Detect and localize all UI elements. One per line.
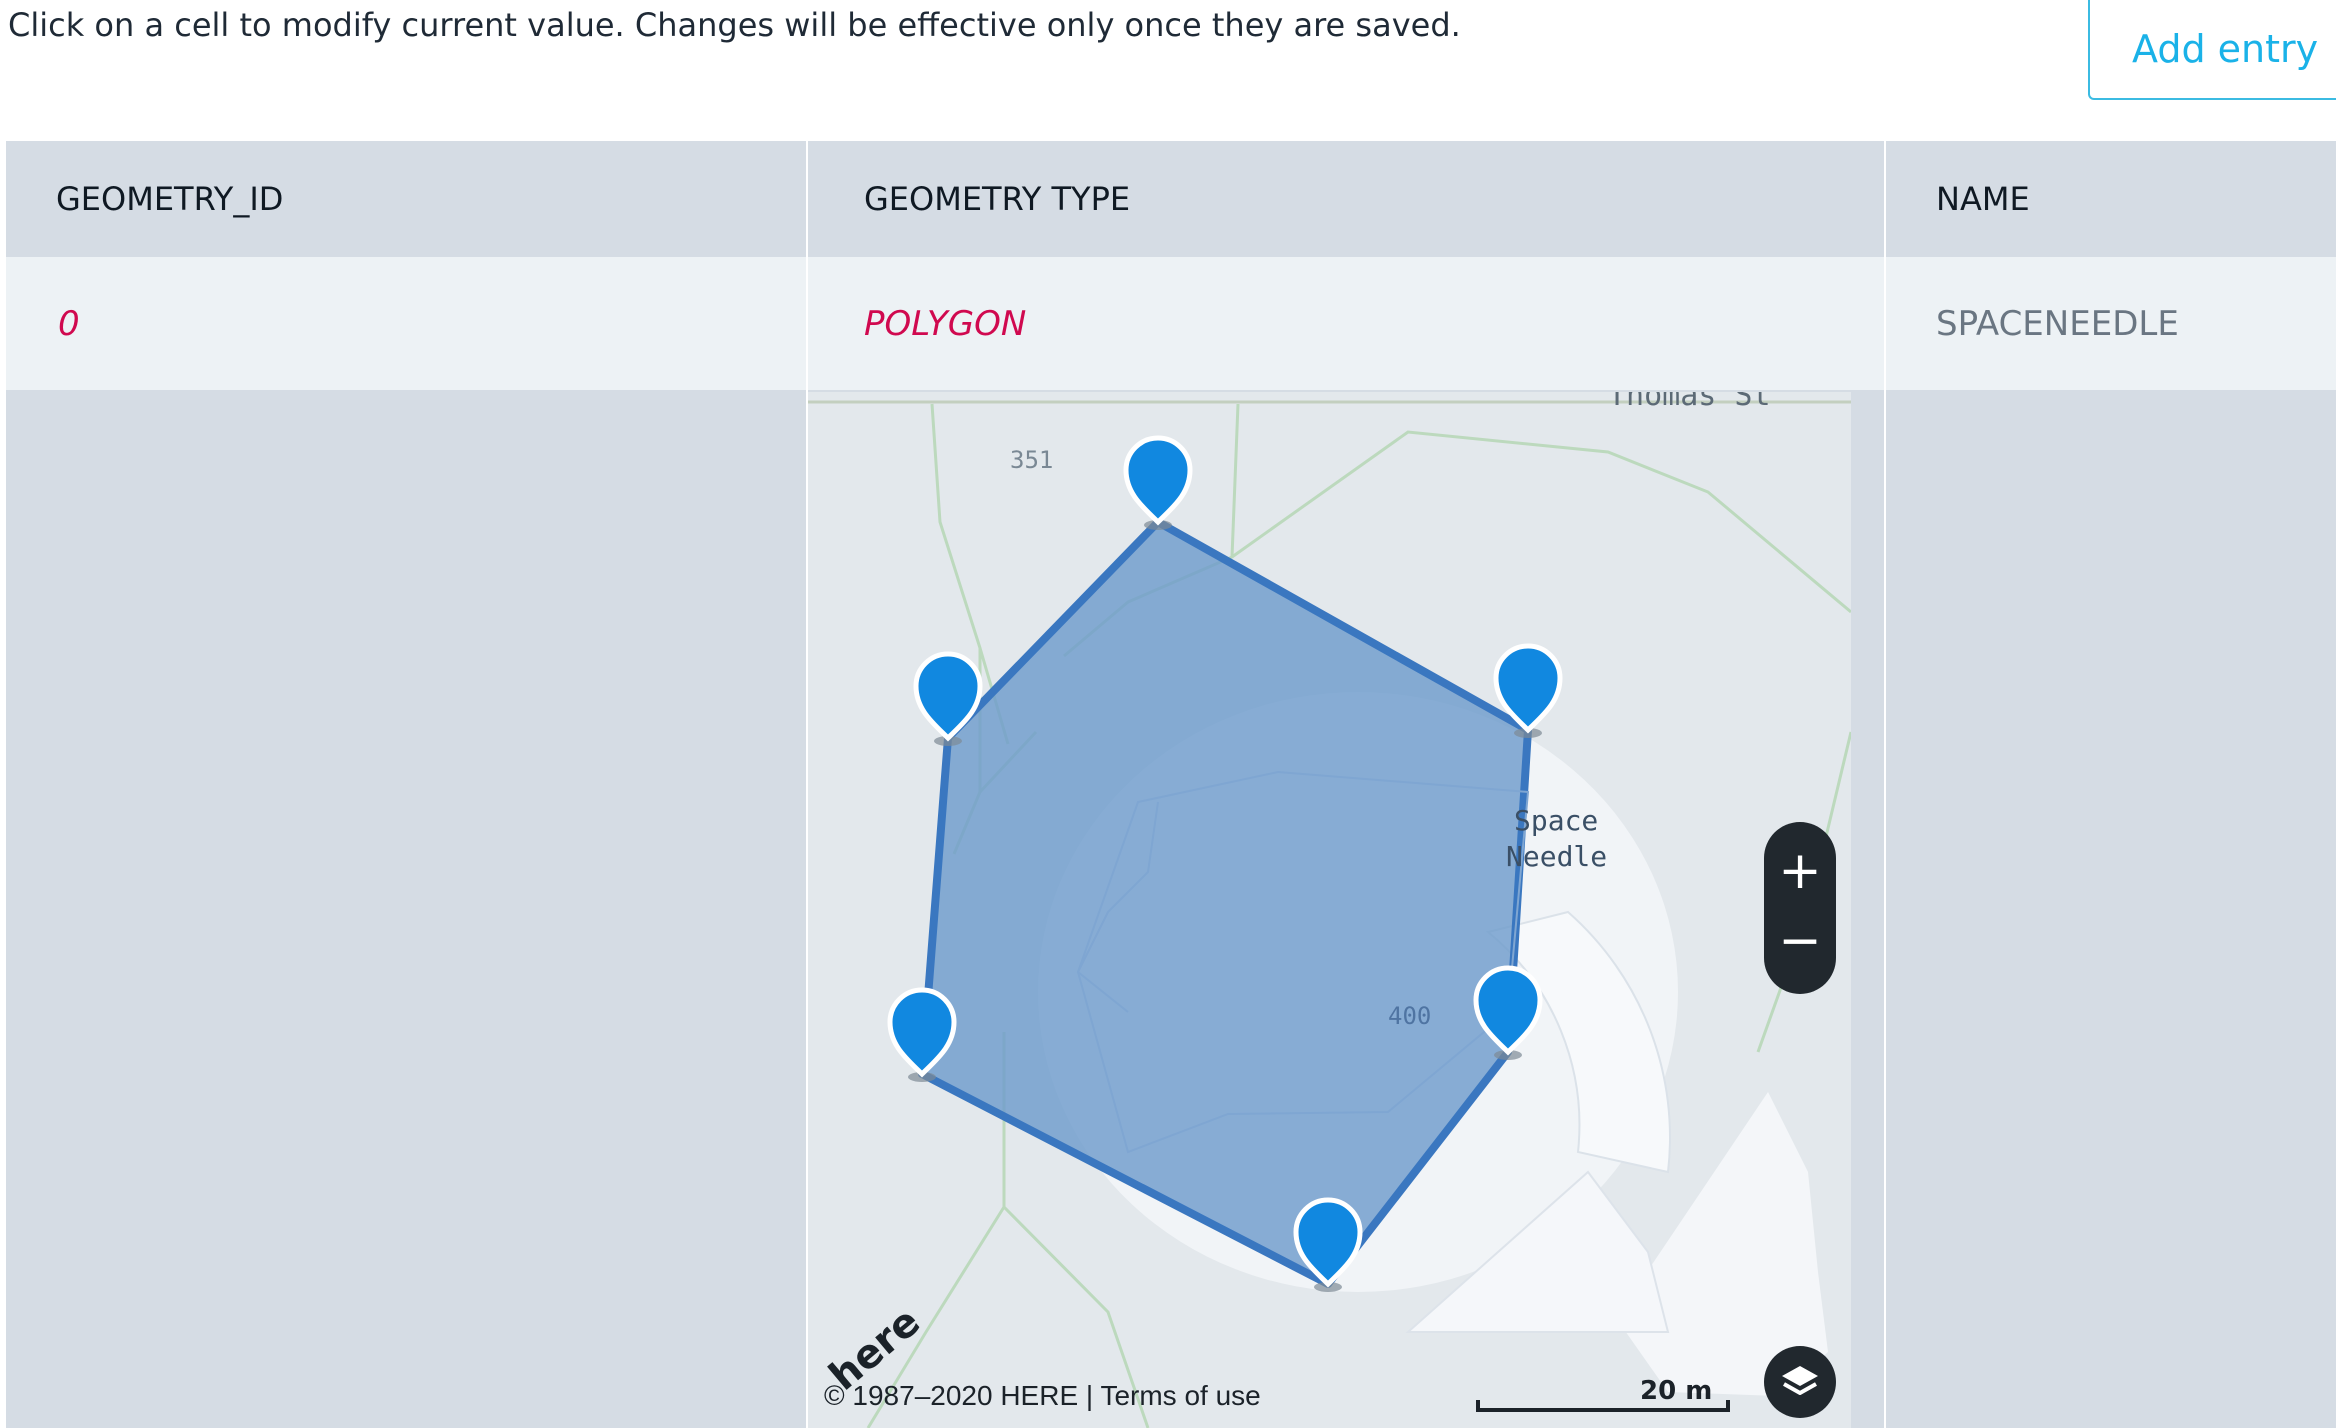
column-name: NAME SPACENEEDLE	[1886, 141, 2336, 1428]
header-geometry-id[interactable]: GEOMETRY_ID	[6, 141, 806, 257]
scale-bar	[1476, 1400, 1730, 1412]
layers-icon	[1782, 1366, 1818, 1395]
zoom-in-button[interactable]: +	[1764, 836, 1836, 906]
instructions-text: Click on a cell to modify current value.…	[8, 6, 1461, 44]
map-canvas[interactable]: here	[808, 392, 1851, 1428]
table-empty-area	[6, 390, 806, 1428]
header-name[interactable]: NAME	[1886, 141, 2336, 257]
map-view[interactable]: here Thomas St 351 400 Space Needle + − …	[808, 392, 1851, 1428]
poi-label-needle: Needle	[1506, 840, 1608, 873]
block-label-351: 351	[1010, 446, 1054, 474]
poi-label-space: Space	[1514, 804, 1599, 837]
zoom-out-button[interactable]: −	[1764, 906, 1836, 976]
street-label: Thomas St	[1608, 392, 1771, 413]
cell-geometry-type[interactable]: POLYGON	[808, 257, 1884, 390]
map-copyright[interactable]: © 1987–2020 HERE | Terms of use	[824, 1380, 1261, 1412]
add-entry-button[interactable]: Add entry	[2088, 0, 2336, 100]
table-empty-area	[1886, 390, 2336, 1428]
cell-name[interactable]: SPACENEEDLE	[1886, 257, 2336, 390]
layers-button[interactable]	[1764, 1346, 1836, 1418]
column-geometry-id: GEOMETRY_ID 0	[6, 141, 806, 1428]
block-label-400: 400	[1388, 1002, 1432, 1030]
header-geometry-type[interactable]: GEOMETRY TYPE	[808, 141, 1884, 257]
vertex-marker-icon[interactable]	[1123, 435, 1193, 530]
zoom-control: + −	[1764, 822, 1836, 994]
cell-geometry-id[interactable]: 0	[6, 257, 806, 390]
